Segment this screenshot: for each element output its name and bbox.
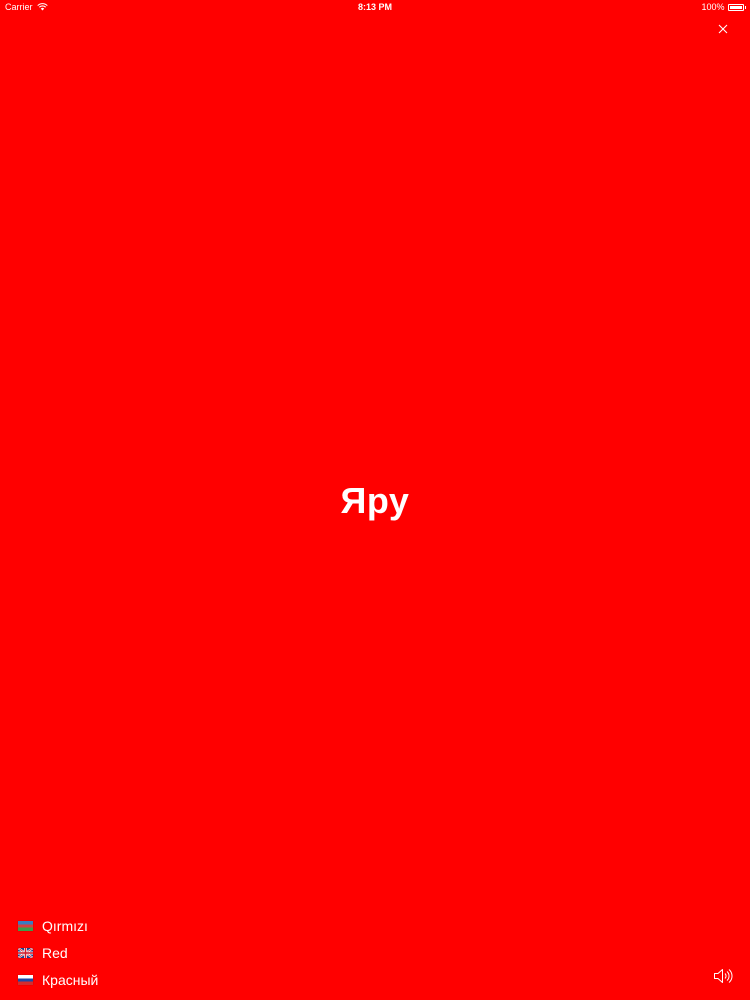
uk-flag-icon bbox=[18, 947, 33, 958]
translation-list: Qırmızı Red Красный bbox=[18, 912, 98, 993]
translation-text: Red bbox=[42, 944, 68, 961]
battery-icon bbox=[727, 3, 744, 11]
translation-text: Qırmızı bbox=[42, 917, 88, 934]
battery-cap bbox=[744, 5, 746, 9]
close-button[interactable] bbox=[715, 21, 731, 37]
speaker-icon bbox=[714, 969, 733, 983]
translation-item-english: Red bbox=[18, 939, 98, 966]
status-time: 8:13 PM bbox=[357, 2, 392, 12]
russia-flag-icon bbox=[18, 974, 33, 985]
translation-item-russian: Красный bbox=[18, 966, 98, 993]
status-right: 100% bbox=[701, 0, 746, 14]
battery-fill bbox=[729, 5, 742, 9]
translation-item-azerbaijani: Qırmızı bbox=[18, 912, 98, 939]
battery-percent: 100% bbox=[701, 2, 725, 12]
translation-text: Красный bbox=[42, 971, 99, 988]
close-icon bbox=[718, 24, 728, 34]
status-bar: Carrier 8:13 PM 100% bbox=[0, 0, 750, 14]
play-sound-button[interactable] bbox=[713, 967, 733, 985]
flashcard-word: Яру bbox=[340, 480, 410, 521]
azerbaijan-flag-icon bbox=[18, 920, 33, 931]
